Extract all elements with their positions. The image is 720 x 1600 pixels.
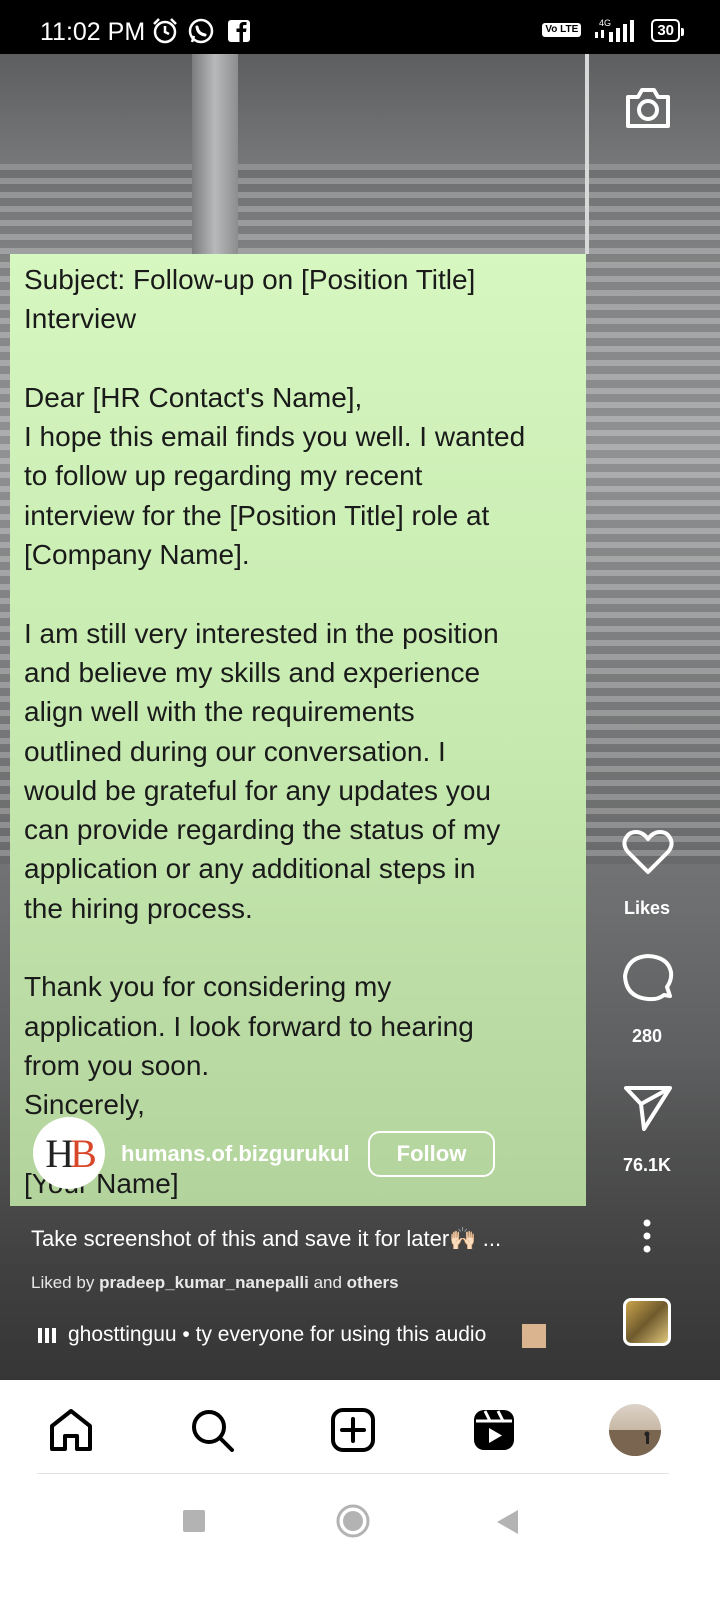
comment-icon[interactable]: [619, 950, 677, 1008]
create-icon[interactable]: [328, 1405, 378, 1455]
liked-by-user[interactable]: pradeep_kumar_nanepalli: [99, 1273, 309, 1292]
follow-button[interactable]: Follow: [368, 1131, 495, 1177]
author-avatar-logo: HB: [45, 1130, 97, 1176]
audio-bars-icon: [38, 1327, 56, 1343]
liked-by-and: and: [313, 1273, 342, 1292]
comments-count: 280: [631, 1026, 663, 1046]
likes-label: Likes: [623, 898, 671, 918]
shares-count: 76.1K: [622, 1155, 672, 1175]
status-bar: 11:02 PM Vo LTE 4G 30: [0, 0, 720, 54]
share-icon[interactable]: [620, 1082, 676, 1134]
more-options-icon[interactable]: [632, 1216, 662, 1256]
author-username[interactable]: humans.of.bizgurukul: [121, 1141, 350, 1167]
email-template-note: Subject: Follow-up on [Position Title] I…: [10, 254, 586, 1206]
camera-icon[interactable]: [620, 82, 676, 134]
whatsapp-icon: [188, 18, 214, 44]
profile-avatar[interactable]: [609, 1404, 661, 1456]
network-type: 4G: [599, 18, 611, 28]
search-icon[interactable]: [187, 1405, 237, 1455]
back-button[interactable]: [494, 1508, 520, 1536]
status-right: Vo LTE 4G 30: [542, 16, 684, 44]
alarm-icon: [153, 18, 177, 44]
liked-by-others[interactable]: others: [347, 1273, 399, 1292]
audio-thumbnail[interactable]: [623, 1298, 671, 1346]
like-icon[interactable]: [620, 826, 676, 878]
home-button[interactable]: [335, 1503, 371, 1539]
background-pole: [585, 54, 589, 254]
email-template-text: Subject: Follow-up on [Position Title] I…: [24, 264, 526, 1199]
audio-title: ghosttinguu • ty everyone for using this…: [68, 1323, 487, 1346]
battery-indicator: 30: [651, 18, 684, 42]
liked-by-prefix: Liked by: [31, 1273, 95, 1292]
liked-by[interactable]: Liked by pradeep_kumar_nanepalli and oth…: [31, 1273, 399, 1293]
signal-icon: 4G: [595, 18, 635, 42]
volte-badge: Vo LTE: [542, 23, 582, 37]
system-navigation: [0, 1474, 720, 1600]
reels-icon[interactable]: [469, 1405, 519, 1455]
audio-swatch: [522, 1324, 546, 1348]
author-avatar[interactable]: HB: [33, 1117, 105, 1189]
status-time: 11:02 PM: [40, 18, 146, 46]
facebook-icon: [228, 20, 250, 42]
post-caption[interactable]: Take screenshot of this and save it for …: [31, 1226, 501, 1252]
recents-button[interactable]: [181, 1508, 207, 1534]
home-icon[interactable]: [46, 1405, 96, 1455]
audio-row[interactable]: ghosttinguu • ty everyone for using this…: [38, 1323, 486, 1347]
